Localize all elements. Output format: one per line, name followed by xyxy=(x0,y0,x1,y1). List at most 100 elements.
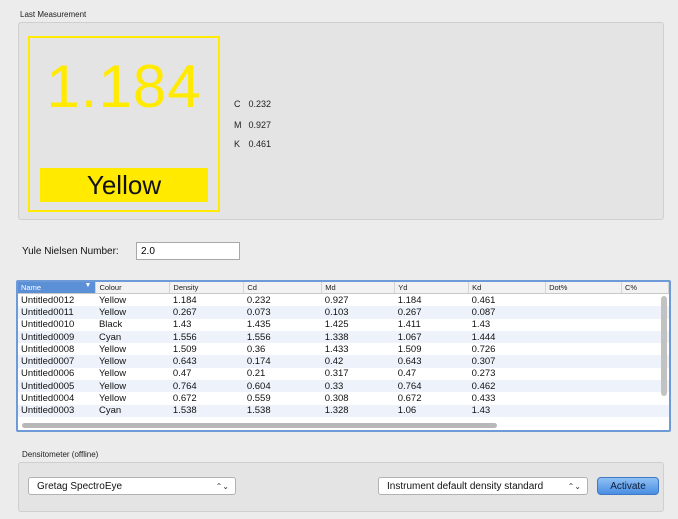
table-cell: Black xyxy=(98,319,123,331)
table-cell: 1.43 xyxy=(172,319,192,331)
table-cell: 1.538 xyxy=(243,404,322,417)
table-cell: 0.47 xyxy=(397,368,417,380)
table-cell xyxy=(545,330,622,344)
table-cell: Untitled0008 xyxy=(21,343,75,355)
table-row[interactable]: Untitled0008 Yellow 1.509 0.36 1.433 1.509 0.7… xyxy=(18,343,669,355)
table-cell: 0.267 xyxy=(394,306,469,319)
table-cell: 0.308 xyxy=(324,393,349,405)
measurements-table[interactable]: Name ▼ Colour Density Cd Md Yd Kd Dot% C% Untitle… xyxy=(16,280,671,432)
table-cell: 1.184 xyxy=(397,294,422,306)
densitometer-label: Densitometer (offline) xyxy=(22,450,99,459)
column-header-density[interactable]: Density xyxy=(169,282,245,294)
table-cell: 0.073 xyxy=(243,306,322,319)
table-row[interactable]: Untitled0010 Black 1.43 1.435 1.425 1.411 1.43 xyxy=(18,319,669,331)
table-cell: 1.43 xyxy=(468,404,546,417)
table-cell: 1.509 xyxy=(172,343,197,355)
table-cell: 0.267 xyxy=(169,306,244,319)
table-cell: 1.509 xyxy=(397,343,422,355)
table-cell xyxy=(545,355,622,368)
column-header-c-[interactable]: C% xyxy=(621,282,669,294)
table-cell xyxy=(545,306,622,319)
table-cell: Yellow xyxy=(95,355,170,368)
table-cell xyxy=(546,294,622,307)
last-measurement-label: Last Measurement xyxy=(20,10,87,19)
table-cell xyxy=(546,319,622,331)
table-cell: 1.411 xyxy=(397,319,421,331)
table-cell: 0.21 xyxy=(246,368,266,380)
vertical-scrollbar[interactable] xyxy=(661,296,667,396)
table-cell: 1.338 xyxy=(321,330,395,344)
table-cell: Untitled0010 xyxy=(21,319,75,331)
table-cell: 1.433 xyxy=(324,343,349,355)
table-cell: Untitled0009 xyxy=(18,330,96,344)
select-arrows-icon: ⌃⌄ xyxy=(567,482,581,491)
table-row[interactable]: Untitled0007 Yellow 0.643 0.174 0.42 0.643 0.3… xyxy=(18,355,669,368)
column-header-yd[interactable]: Yd xyxy=(394,282,470,294)
table-cell: 1.43 xyxy=(471,319,491,331)
table-row[interactable]: Untitled0004 Yellow 0.672 0.559 0.308 0.672 0.… xyxy=(18,392,669,404)
table-cell: 0.764 xyxy=(394,380,469,393)
table-cell: 0.927 xyxy=(324,294,349,306)
table-cell xyxy=(546,368,622,380)
measurement-swatch: 1.184 Yellow xyxy=(28,36,220,212)
table-cell: Untitled0012 xyxy=(21,294,75,306)
table-cell xyxy=(546,392,622,404)
table-cell: Untitled0007 xyxy=(18,355,96,368)
device-select[interactable]: Gretag SpectroEye ⌃⌄ xyxy=(28,477,236,495)
column-header-kd[interactable]: Kd xyxy=(468,282,547,294)
table-cell: Yellow xyxy=(98,368,127,380)
horizontal-scrollbar[interactable] xyxy=(22,423,497,428)
table-cell: 0.559 xyxy=(246,393,271,405)
colour-label: Yellow xyxy=(40,168,208,202)
table-cell: Cyan xyxy=(95,404,170,417)
select-arrows-icon: ⌃⌄ xyxy=(215,482,229,491)
table-cell: Yellow xyxy=(98,294,127,306)
table-row[interactable]: Untitled0003 Cyan 1.538 1.538 1.328 1.06 1.43 xyxy=(18,404,669,417)
table-cell: 0.42 xyxy=(321,355,395,368)
table-cell: 0.672 xyxy=(397,393,422,405)
table-cell: 1.435 xyxy=(246,319,271,331)
table-cell: 0.672 xyxy=(172,393,197,405)
table-cell: Untitled0004 xyxy=(21,393,75,405)
column-header-md[interactable]: Md xyxy=(321,282,396,294)
cmk-k: K 0.461 xyxy=(234,139,272,149)
column-header-dot-[interactable]: Dot% xyxy=(545,282,622,294)
yule-nielsen-label: Yule Nielsen Number: xyxy=(22,246,119,257)
table-cell: 0.461 xyxy=(471,294,496,306)
table-row[interactable]: Untitled0006 Yellow 0.47 0.21 0.317 0.47 0.273 xyxy=(18,368,669,380)
table-row[interactable]: Untitled0005 Yellow 0.764 0.604 0.33 0.764 0.4… xyxy=(18,380,669,393)
column-header-colour[interactable]: Colour xyxy=(95,282,171,294)
table-cell xyxy=(545,404,622,417)
table-cell: 0.726 xyxy=(471,343,496,355)
table-cell: 0.433 xyxy=(471,393,496,405)
table-cell: Untitled0003 xyxy=(18,404,96,417)
density-standard-select[interactable]: Instrument default density standard ⌃⌄ xyxy=(378,477,588,495)
table-row[interactable]: Untitled0012 Yellow 1.184 0.232 0.927 1.184 0.… xyxy=(18,294,669,307)
table-cell: 1.425 xyxy=(324,319,349,331)
table-cell: 0.317 xyxy=(324,368,349,380)
table-cell: 1.328 xyxy=(321,404,395,417)
table-cell: 0.103 xyxy=(321,306,395,319)
column-header-cd[interactable]: Cd xyxy=(243,282,323,294)
table-cell: 0.232 xyxy=(246,294,271,306)
yule-nielsen-input[interactable] xyxy=(136,242,240,260)
table-cell: Yellow xyxy=(98,393,127,405)
table-cell: 0.47 xyxy=(172,368,192,380)
table-cell: 0.604 xyxy=(243,380,322,393)
table-row[interactable]: Untitled0009 Cyan 1.556 1.556 1.338 1.067 1.44… xyxy=(18,330,669,344)
table-cell: 1.067 xyxy=(394,330,469,344)
table-cell: Yellow xyxy=(98,343,127,355)
table-cell xyxy=(621,404,669,417)
table-cell: 0.36 xyxy=(246,343,266,355)
cmk-m: M 0.927 xyxy=(234,120,272,130)
table-cell: 0.764 xyxy=(169,380,244,393)
cmk-c: C 0.232 xyxy=(234,99,272,109)
table-cell: 1.444 xyxy=(468,330,546,344)
table-cell: 0.087 xyxy=(468,306,546,319)
table-row[interactable]: Untitled0011 Yellow 0.267 0.073 0.103 0.267 0.… xyxy=(18,306,669,319)
activate-button[interactable]: Activate xyxy=(597,477,659,495)
column-header-name[interactable]: Name ▼ xyxy=(18,282,97,294)
table-cell: Yellow xyxy=(95,306,170,319)
table-cell: Yellow xyxy=(95,380,170,393)
table-cell: 0.273 xyxy=(471,368,496,380)
